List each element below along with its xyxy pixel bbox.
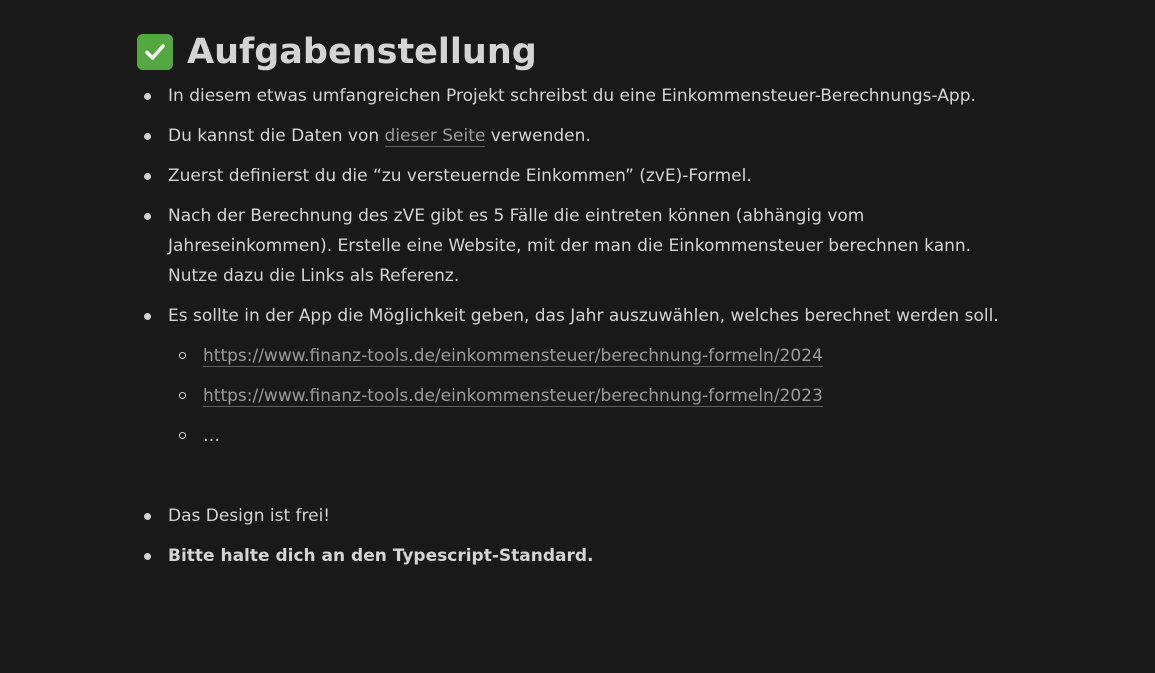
- reference-link-2024[interactable]: https://www.finanz-tools.de/einkommenste…: [203, 346, 823, 367]
- list-item: Nach der Berechnung des zVE gibt es 5 Fä…: [137, 201, 1017, 291]
- page-title: Aufgabenstellung: [187, 32, 537, 72]
- sub-list-item: https://www.finanz-tools.de/einkommenste…: [168, 341, 1017, 371]
- page-heading: Aufgabenstellung: [137, 29, 1155, 75]
- sub-list-item: https://www.finanz-tools.de/einkommenste…: [168, 381, 1017, 411]
- ellipsis-text: …: [203, 426, 220, 446]
- task-list: In diesem etwas umfangreichen Projekt sc…: [137, 81, 1017, 571]
- empty-line: [168, 461, 1017, 491]
- page-content: Aufgabenstellung In diesem etwas umfangr…: [0, 0, 1155, 673]
- list-item-text-after: verwenden.: [485, 126, 591, 146]
- list-item: In diesem etwas umfangreichen Projekt sc…: [137, 81, 1017, 111]
- check-mark-button-icon: [137, 34, 173, 70]
- list-item-bold-text: Bitte halte dich an den Typescript-Stand…: [168, 546, 594, 566]
- list-item-text: Nach der Berechnung des zVE gibt es 5 Fä…: [168, 206, 972, 286]
- data-page-link[interactable]: dieser Seite: [384, 126, 486, 147]
- list-item: Es sollte in der App die Möglichkeit geb…: [137, 301, 1017, 491]
- list-item: Du kannst die Daten von dieser Seite ver…: [137, 121, 1017, 151]
- sub-list-item: …: [168, 421, 1017, 451]
- list-item: Zuerst definierst du die “zu versteuernd…: [137, 161, 1017, 191]
- list-item-text: Das Design ist frei!: [168, 506, 331, 526]
- list-item-text-before: Du kannst die Daten von: [168, 126, 385, 146]
- list-item-text: Zuerst definierst du die “zu versteuernd…: [168, 166, 752, 186]
- list-item-text: Es sollte in der App die Möglichkeit geb…: [168, 306, 999, 326]
- list-item: Das Design ist frei!: [137, 501, 1017, 531]
- list-item: Bitte halte dich an den Typescript-Stand…: [137, 541, 1017, 571]
- list-item-text: In diesem etwas umfangreichen Projekt sc…: [168, 86, 976, 106]
- reference-link-2023[interactable]: https://www.finanz-tools.de/einkommenste…: [203, 386, 823, 407]
- reference-link-list: https://www.finanz-tools.de/einkommenste…: [168, 341, 1017, 451]
